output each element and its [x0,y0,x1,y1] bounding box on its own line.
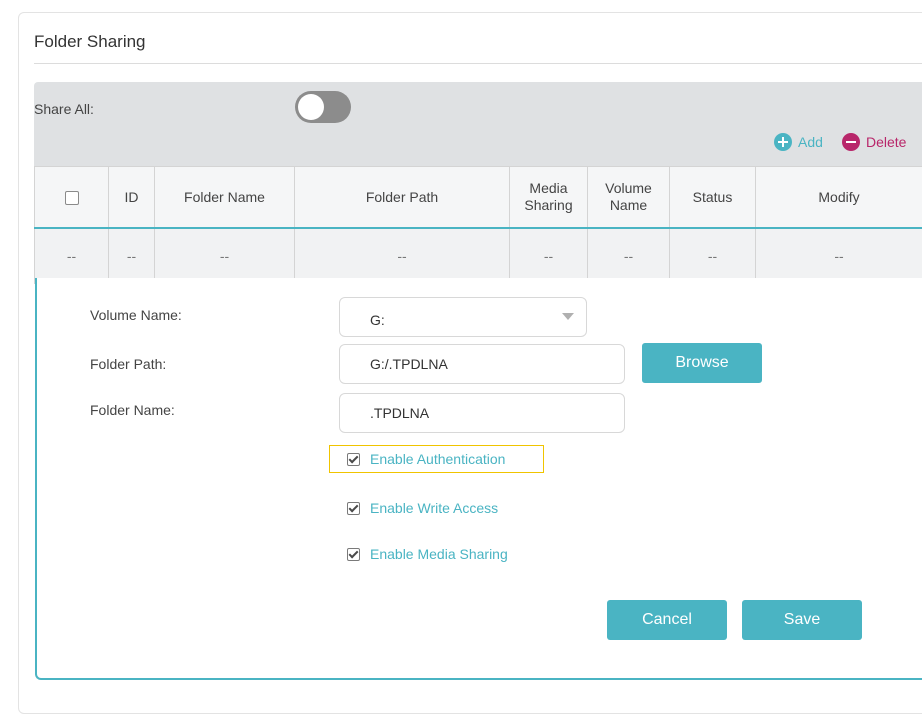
folder-name-label: Folder Name: [90,402,175,418]
add-label: Add [798,134,823,150]
header-id: ID [109,167,155,229]
table-cell: -- [510,228,588,284]
table-cell: -- [295,228,510,284]
delete-button[interactable]: Delete [842,133,906,151]
enable-write-access-checkbox[interactable]: Enable Write Access [347,500,498,516]
delete-label: Delete [866,134,906,150]
enable-media-sharing-checkbox[interactable]: Enable Media Sharing [347,546,508,562]
browse-button[interactable]: Browse [642,343,762,383]
add-button[interactable]: Add [774,133,823,151]
enable-authentication-label: Enable Authentication [370,451,505,467]
enable-media-sharing-label: Enable Media Sharing [370,546,508,562]
checkbox-checked-icon [347,502,360,515]
save-button[interactable]: Save [742,600,862,640]
header-folder-path: Folder Path [295,167,510,229]
page-title: Folder Sharing [34,32,146,52]
enable-write-access-label: Enable Write Access [370,500,498,516]
table-cell: -- [155,228,295,284]
toggle-knob [298,94,324,120]
cancel-button[interactable]: Cancel [607,600,727,640]
volume-name-value: G: [370,312,385,328]
checkbox-checked-icon [347,548,360,561]
header-status: Status [670,167,756,229]
table-header-row: ID Folder Name Folder Path Media Sharing… [35,167,922,229]
header-volume-name: Volume Name [588,167,670,229]
select-all-checkbox[interactable] [65,191,79,205]
minus-circle-icon [842,133,860,151]
volume-name-label: Volume Name: [90,307,182,323]
table-cell: -- [588,228,670,284]
share-all-toggle[interactable] [295,91,351,123]
share-all-label: Share All: [34,101,94,117]
table-cell: -- [670,228,756,284]
header-media-sharing: Media Sharing [510,167,588,229]
chevron-down-icon [562,313,574,320]
table-cell: -- [756,228,922,284]
header-folder-name: Folder Name [155,167,295,229]
table-cell: -- [109,228,155,284]
table-toolbar [34,82,922,166]
title-divider [34,63,922,64]
folder-path-input[interactable] [339,344,625,384]
folder-table: ID Folder Name Folder Path Media Sharing… [34,166,922,284]
volume-name-select[interactable]: G: [339,297,587,337]
checkbox-checked-icon [347,453,360,466]
header-select-all[interactable] [35,167,109,229]
table-row: -- -- -- -- -- -- -- -- [35,228,922,284]
folder-path-label: Folder Path: [90,356,166,372]
table-cell: -- [35,228,109,284]
header-modify: Modify [756,167,922,229]
enable-authentication-checkbox[interactable]: Enable Authentication [347,451,505,467]
folder-name-input[interactable] [339,393,625,433]
plus-circle-icon [774,133,792,151]
